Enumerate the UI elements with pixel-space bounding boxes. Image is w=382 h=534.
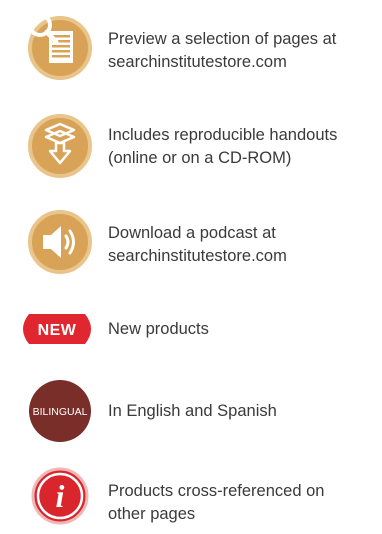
- legend-item-bilingual: BILINGUAL In English and Spanish: [0, 377, 382, 449]
- podcast-speaker-icon: [16, 206, 100, 278]
- legend-text-line: New products: [108, 320, 209, 338]
- handout-download-icon: [16, 110, 100, 182]
- legend-text-line: In English and Spanish: [108, 402, 277, 420]
- legend-item-new: NEW New products: [0, 312, 382, 352]
- new-badge-label: NEW: [38, 322, 77, 339]
- legend-item-cross-reference: i Products cross-referenced on other pag…: [0, 464, 382, 534]
- page-preview-icon: [16, 12, 100, 84]
- legend-item-podcast: Download a podcast at searchinstitutesto…: [0, 206, 382, 286]
- bilingual-badge-label: BILINGUAL: [33, 406, 88, 418]
- legend-item-preview: Preview a selection of pages at searchin…: [0, 12, 382, 92]
- legend-text-line: searchinstitutestore.com: [108, 53, 287, 71]
- legend-text-line: Products cross-referenced on: [108, 482, 325, 500]
- info-icon: i: [16, 464, 100, 528]
- bilingual-badge-icon: BILINGUAL: [16, 377, 100, 447]
- legend-text-line: (online or on a CD-ROM): [108, 149, 292, 167]
- legend-text-line: other pages: [108, 505, 196, 523]
- legend-text-line: Download a podcast at: [108, 224, 276, 242]
- info-icon-glyph: i: [56, 478, 65, 514]
- legend-text-line: searchinstitutestore.com: [108, 247, 287, 265]
- legend-text-line: Includes reproducible handouts: [108, 126, 338, 144]
- legend-item-handouts: Includes reproducible handouts (online o…: [0, 110, 382, 190]
- new-badge-icon: NEW: [15, 312, 99, 346]
- legend-text-line: Preview a selection of pages at: [108, 30, 337, 48]
